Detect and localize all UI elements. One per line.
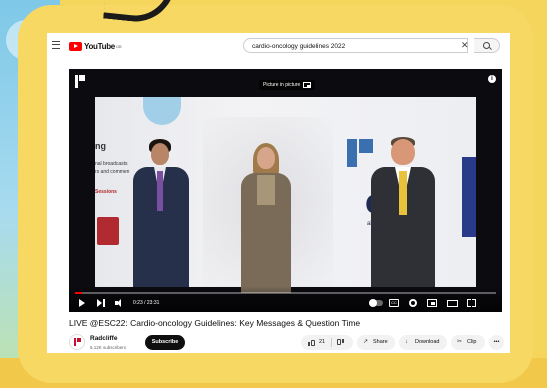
- channel-watermark-icon: [75, 75, 85, 88]
- progress-fill: [75, 292, 82, 294]
- channel-name[interactable]: Radcliffe: [90, 335, 117, 342]
- download-label: Download: [415, 339, 440, 345]
- subscriber-count: 5.12K subscribers: [90, 345, 127, 350]
- pip-label: Picture in picture: [263, 82, 301, 88]
- dislike-icon[interactable]: [337, 339, 344, 346]
- youtube-logo-icon: [69, 41, 82, 51]
- like-icon[interactable]: [308, 339, 315, 346]
- volume-icon[interactable]: [115, 299, 125, 307]
- search-input[interactable]: cardio-oncology guidelines 2022: [243, 38, 468, 53]
- share-label: Share: [373, 339, 388, 345]
- fullscreen-icon[interactable]: [467, 299, 476, 307]
- video-frame-studio: ng nal broadcasts rs and commen Sessions…: [95, 97, 476, 293]
- picture-in-picture-button[interactable]: Picture in picture: [259, 80, 316, 90]
- video-player[interactable]: ng nal broadcasts rs and commen Sessions…: [69, 69, 502, 312]
- clip-button[interactable]: ✂ Clip: [451, 335, 485, 350]
- time-display: 0:23 / 23:31: [133, 300, 160, 306]
- more-icon[interactable]: •••: [489, 335, 504, 350]
- studio-side-panel: [462, 157, 476, 237]
- gear-icon[interactable]: [409, 299, 417, 307]
- player-controls: 0:23 / 23:31 CC: [69, 286, 502, 312]
- studio-text-line1: nal broadcasts: [95, 161, 128, 167]
- studio-text-sessions: Sessions: [95, 189, 117, 195]
- share-icon: ↗: [363, 339, 369, 345]
- clip-label: Clip: [467, 339, 477, 345]
- like-dislike-group: 21: [301, 335, 353, 350]
- subscribe-button[interactable]: Subscribe: [145, 335, 185, 350]
- download-button[interactable]: ↓ Download: [399, 335, 447, 350]
- progress-bar[interactable]: [75, 292, 496, 294]
- clip-icon: ✂: [457, 339, 463, 345]
- hamburger-icon[interactable]: [52, 41, 60, 49]
- avatar[interactable]: [69, 334, 85, 350]
- studio-blue-shape: [143, 97, 181, 125]
- theater-icon[interactable]: [447, 300, 458, 307]
- cc-icon[interactable]: CC: [389, 299, 399, 307]
- autoplay-icon[interactable]: [369, 299, 383, 307]
- next-icon[interactable]: [97, 299, 105, 307]
- like-separator: [331, 338, 332, 347]
- search-icon: [483, 42, 490, 49]
- download-icon: ↓: [405, 339, 408, 345]
- youtube-screen: YouTube GB cardio-oncology guidelines 20…: [47, 33, 510, 353]
- youtube-logo[interactable]: YouTube GB: [69, 41, 122, 51]
- studio-text-ng: ng: [95, 141, 106, 151]
- search-button[interactable]: [474, 38, 500, 53]
- picture-in-picture-icon: [303, 82, 312, 88]
- logo-region: GB: [115, 43, 122, 49]
- logo-text: YouTube: [84, 41, 115, 51]
- info-icon[interactable]: i: [488, 75, 496, 83]
- play-icon[interactable]: [79, 299, 85, 307]
- like-count: 21: [319, 339, 326, 345]
- miniplayer-icon[interactable]: [427, 299, 437, 307]
- close-icon[interactable]: ✕: [461, 39, 469, 51]
- studio-text-line2: rs and commen: [95, 169, 130, 175]
- youtube-header: YouTube GB cardio-oncology guidelines 20…: [47, 33, 510, 59]
- studio-red-sign: [97, 217, 119, 245]
- video-title: LIVE @ESC22: Cardio-oncology Guidelines:…: [69, 318, 361, 328]
- share-button[interactable]: ↗ Share: [357, 335, 395, 350]
